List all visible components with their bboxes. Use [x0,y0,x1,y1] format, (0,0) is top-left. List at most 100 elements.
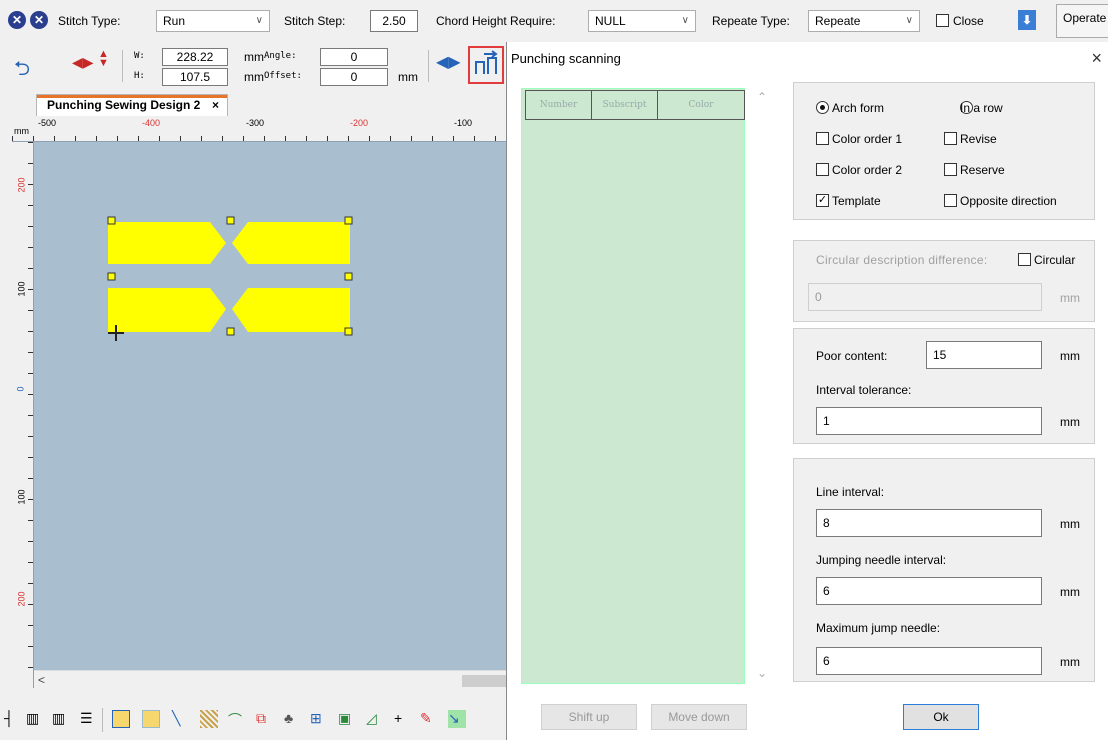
tool-icon[interactable] [112,710,130,728]
template-label: Template [832,194,881,208]
line-interval-input[interactable]: 8 [816,509,1042,537]
line-interval-unit: mm [1060,517,1080,531]
close-icon[interactable]: × [1091,48,1102,69]
opposite-direction-label: Opposite direction [960,194,1057,208]
selection-handle[interactable] [107,216,116,225]
interval-tolerance-input[interactable]: 1 [816,407,1042,435]
poor-content-input[interactable]: 15 [926,341,1042,369]
punching-scan-tool-icon[interactable] [468,46,504,84]
close-icon[interactable]: × [212,95,219,115]
selection-handle[interactable] [344,272,353,281]
offset-unit: mm [398,70,418,84]
chevron-left-icon[interactable]: < [38,673,45,687]
color-order-2-checkbox[interactable] [816,163,829,176]
cancel-icon[interactable]: ✕ [8,11,26,29]
circles-tool-icon[interactable]: ♣ [284,710,302,728]
curve-tool-icon[interactable]: ⌒ [228,710,246,728]
angle-input[interactable]: 0 [320,48,388,66]
frame-tool-icon[interactable]: ▣ [338,710,356,728]
yellow-shape[interactable] [232,222,350,264]
selection-handle[interactable] [226,327,235,336]
selection-handle[interactable] [344,327,353,336]
color-order-1-checkbox[interactable] [816,132,829,145]
flip-horizontal-icon[interactable]: ◀▶ [72,54,94,71]
stitch-step-input[interactable]: 2.50 [370,10,418,32]
height-input[interactable]: 107.5 [162,68,228,86]
ok-button[interactable]: Ok [903,704,979,730]
tool-icon[interactable]: ☰ [80,710,98,728]
revise-checkbox[interactable] [944,132,957,145]
column-header-color[interactable]: Color [658,91,744,119]
tool-icon[interactable] [142,710,160,728]
close-checkbox[interactable] [936,14,949,27]
circular-difference-input: 0 [808,283,1042,311]
selection-handle[interactable] [344,216,353,225]
arrow-down-icon[interactable]: ⬇ [1018,10,1036,30]
reserve-label: Reserve [960,163,1005,177]
design-shapes[interactable] [100,212,360,342]
tool-icon[interactable]: ┤ [4,710,22,728]
max-jump-unit: mm [1060,655,1080,669]
vertical-ruler: 200 100 0 100 200 [12,142,34,688]
grid-tool-icon[interactable]: ⊞ [310,710,328,728]
node-tool-icon[interactable]: ↘ [448,710,466,728]
height-unit: mm [244,70,264,84]
horizontal-scrollbar[interactable]: < [34,670,506,690]
interval-tolerance-label: Interval tolerance: [816,383,912,397]
move-down-button[interactable]: Move down [651,704,747,730]
shift-up-button[interactable]: Shift up [541,704,637,730]
cross-tool-icon[interactable]: + [394,710,412,728]
circular-checkbox[interactable] [1018,253,1031,266]
column-header-subscript[interactable]: Subscript [592,91,658,119]
document-tab[interactable]: Punching Sewing Design 2 × [36,94,228,116]
repeat-type-select[interactable]: Repeate ∨ [808,10,920,32]
opposite-direction-checkbox[interactable] [944,194,957,207]
width-input[interactable]: 228.22 [162,48,228,66]
max-jump-input[interactable]: 6 [816,647,1042,675]
flip-vertical-icon[interactable]: ▲ ▼ [98,49,109,69]
chord-height-select[interactable]: NULL ∨ [588,10,696,32]
undo-icon[interactable]: ⮌ [14,54,30,88]
pen-tool-icon[interactable]: ✎ [420,710,438,728]
stitch-type-label: Stitch Type: [58,14,121,28]
design-canvas[interactable] [12,116,506,688]
selection-handle[interactable] [226,216,235,225]
reserve-checkbox[interactable] [944,163,957,176]
arch-form-radio[interactable] [816,101,829,114]
scroll-thumb[interactable] [462,675,506,687]
chevron-down-icon: ∨ [905,15,913,26]
fill-tool-icon[interactable] [200,710,218,728]
v-tick-label: 0 [15,386,26,392]
scan-list[interactable] [521,88,745,684]
yellow-shape[interactable] [108,222,226,264]
yellow-shape[interactable] [232,288,350,332]
circular-group: Circular description difference: Circula… [793,240,1095,322]
stitch-type-select[interactable]: Run ∨ [156,10,270,32]
close-object-icon[interactable]: ✕ [30,11,48,29]
jumping-needle-unit: mm [1060,585,1080,599]
chevron-down-icon[interactable]: ⌄ [757,666,767,680]
line-tool-icon[interactable]: ╲ [172,710,190,728]
separator [122,50,123,82]
options-group: Arch form In a row Color order 1 Revise … [793,82,1095,220]
offset-input[interactable]: 0 [320,68,388,86]
in-a-row-label: In a row [960,101,1003,115]
top-toolbar: ✕ ✕ Stitch Type: Run ∨ Stitch Step: 2.50… [0,0,1108,40]
jumping-needle-input[interactable]: 6 [816,577,1042,605]
column-header-number[interactable]: Number [526,91,592,119]
selection-handle[interactable] [107,272,116,281]
shape-tool-icon[interactable]: ⧉ [256,710,274,728]
template-checkbox[interactable]: ✓ [816,194,829,207]
separator [102,708,103,732]
document-tabbar: Punching Sewing Design 2 × [0,94,506,116]
vertical-scrollbar[interactable]: ⌃ ⌄ [751,88,771,684]
yellow-shape[interactable] [108,288,226,332]
chevron-down-icon: ∨ [255,15,263,26]
tool-icon[interactable]: ▥ [26,710,44,728]
move-arrows-icon[interactable]: ◀▶ [436,52,461,72]
chart-tool-icon[interactable]: ◿ [366,710,384,728]
tool-icon[interactable]: ▥ [52,710,70,728]
operate-panel[interactable]: Operate [1056,4,1108,38]
chord-height-label: Chord Height Require: [436,14,556,28]
chevron-up-icon[interactable]: ⌃ [757,90,767,104]
